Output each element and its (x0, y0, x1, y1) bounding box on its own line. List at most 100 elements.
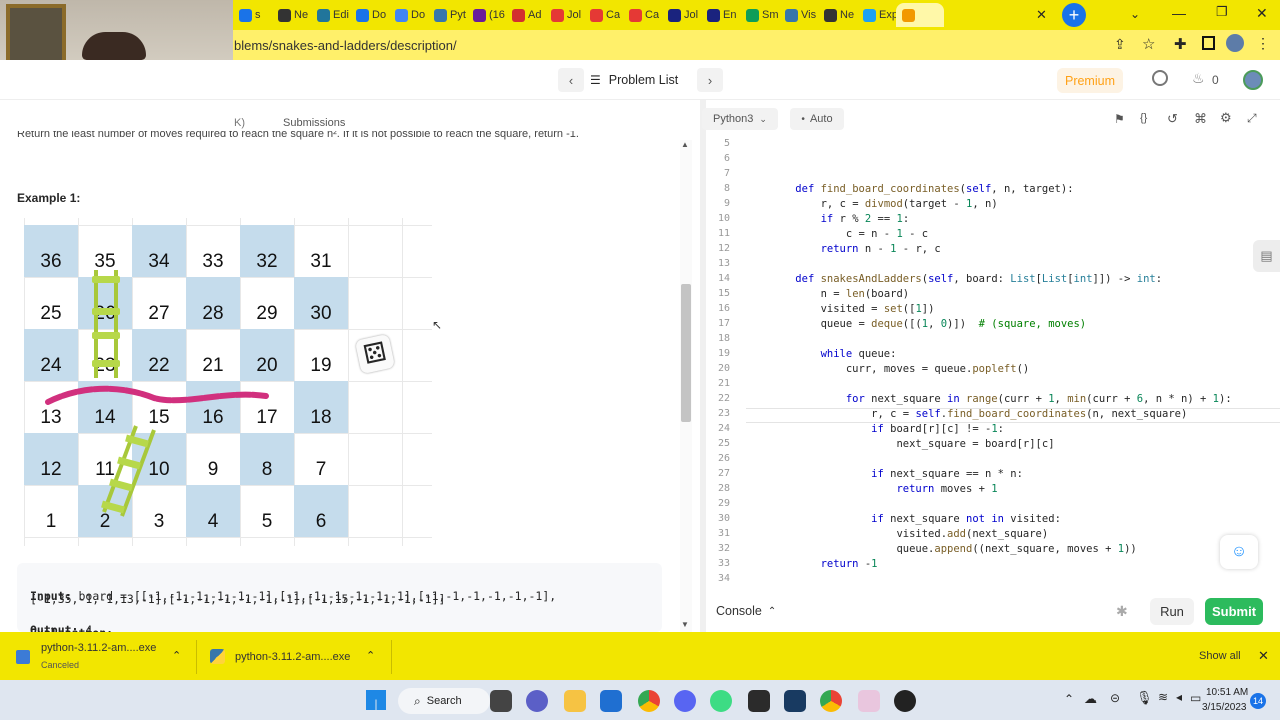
code-line[interactable]: 34 (706, 573, 770, 588)
code-line[interactable]: 19 while queue: (706, 348, 897, 363)
debug-bug-icon[interactable]: ✱ (1116, 603, 1128, 620)
code-line[interactable]: 6 (706, 153, 770, 168)
browser-tab[interactable]: Ne (818, 3, 857, 27)
volume-icon[interactable]: ◂ (1176, 690, 1182, 704)
file-explorer-icon[interactable] (564, 690, 586, 712)
address-bar[interactable]: blems/snakes-and-ladders/description/ (228, 34, 1168, 56)
code-line[interactable]: 17 queue = deque([(1, 0)]) # (square, mo… (706, 318, 1086, 333)
close-downloads-icon[interactable]: ✕ (1258, 648, 1269, 664)
code-line[interactable]: 8 def find_board_coordinates(self, n, ta… (706, 183, 1074, 198)
new-tab-button[interactable]: + (1062, 3, 1086, 27)
clock-time[interactable]: 10:51 AM (1206, 687, 1248, 698)
scroll-down-arrow[interactable]: ▼ (681, 620, 689, 629)
mode-select[interactable]: • Auto (790, 108, 844, 130)
code-line[interactable]: 15 n = len(board) (706, 288, 909, 303)
vpn-icon[interactable] (710, 690, 732, 712)
notification-badge[interactable]: 14 (1250, 693, 1266, 709)
cloud-icon[interactable]: ☁ (1084, 691, 1097, 707)
problem-list-button[interactable]: ☰ Problem List (590, 68, 690, 92)
run-button[interactable]: Run (1150, 598, 1194, 625)
browser-tab[interactable]: Pyt (428, 3, 467, 27)
code-line[interactable]: 9 r, c = divmod(target - 1, n) (706, 198, 998, 213)
console-button[interactable]: Console ⌃ (716, 600, 794, 622)
taskbar-search[interactable]: ⌕ Search (398, 688, 490, 714)
chevron-up-icon[interactable]: ⌃ (172, 649, 181, 662)
browser-tab[interactable]: Jol (545, 3, 584, 27)
next-problem-button[interactable]: › (697, 68, 723, 92)
code-line[interactable]: 25 next_square = board[r][c] (706, 438, 1055, 453)
code-area[interactable]: 5 6 7 8 def find_board_coordinates(self, n,… (706, 138, 1274, 590)
browser-tab[interactable]: Jol (662, 3, 701, 27)
browser-tab[interactable]: Ne (272, 3, 311, 27)
fullscreen-icon[interactable]: ⤢ (1247, 111, 1257, 126)
discord-icon[interactable] (674, 690, 696, 712)
teams-chat-icon[interactable] (526, 690, 548, 712)
premium-button[interactable]: Premium (1057, 68, 1123, 93)
battery-icon[interactable]: ▭ (1190, 691, 1201, 705)
code-line[interactable]: 11 c = n - 1 - c (706, 228, 928, 243)
clock-date[interactable]: 3/15/2023 (1202, 702, 1247, 713)
code-line[interactable]: 33 return -1 (706, 558, 878, 573)
code-line[interactable]: 21 (706, 378, 770, 393)
code-line[interactable]: 16 visited = set([1]) (706, 303, 934, 318)
code-line[interactable]: 5 (706, 138, 770, 153)
browser-tab[interactable]: Ad (506, 3, 545, 27)
feedback-chat-icon[interactable]: ☺ (1220, 535, 1258, 569)
snipping-tool-icon[interactable] (858, 690, 880, 712)
editor-bookmark-icon[interactable]: ⚑ (1114, 112, 1125, 126)
browser-tab[interactable]: Do (389, 3, 428, 27)
microphone-icon[interactable]: 🎙 (1136, 690, 1153, 706)
show-all-link[interactable]: Show all (1199, 650, 1241, 662)
tab-search-icon[interactable]: ⌄ (1130, 7, 1140, 21)
tray-chevron-icon[interactable]: ⌃ (1064, 692, 1074, 706)
obs-icon[interactable] (894, 690, 916, 712)
browser-tab[interactable]: En (701, 3, 740, 27)
streak-flame-icon[interactable]: ♨ (1192, 70, 1205, 87)
timer-icon[interactable] (1152, 70, 1168, 86)
shortcuts-icon[interactable]: ⌘ (1194, 111, 1207, 127)
code-line[interactable]: 28 return moves + 1 (706, 483, 998, 498)
tab-partial[interactable]: K) (234, 117, 245, 129)
store-icon[interactable] (600, 690, 622, 712)
browser-menu-icon[interactable]: ⋮ (1256, 35, 1270, 52)
extensions-icon[interactable]: ✚ (1174, 35, 1187, 53)
code-line[interactable]: 13 (706, 258, 770, 273)
browser-tab[interactable]: Vis (779, 3, 818, 27)
windows-start-icon[interactable] (366, 690, 386, 710)
code-line[interactable]: 24 if board[r][c] != -1: (706, 423, 1004, 438)
browser-tab[interactable]: Do (350, 3, 389, 27)
browser-tab[interactable]: Sm (740, 3, 779, 27)
code-line[interactable]: 10 if r % 2 == 1: (706, 213, 909, 228)
chevron-up-icon[interactable]: ⌃ (366, 649, 375, 662)
minimize-icon[interactable]: — (1172, 5, 1186, 21)
tab-submissions[interactable]: Submissions (283, 117, 345, 129)
close-tab-icon[interactable]: ✕ (1036, 7, 1050, 23)
sidepanel-icon[interactable] (1202, 36, 1215, 50)
language-select[interactable]: Python3 ⌄ (702, 108, 778, 130)
browser-tab[interactable]: (16 (467, 3, 506, 27)
code-line[interactable]: 32 queue.append((next_square, moves + 1)… (706, 543, 1137, 558)
browser-tab[interactable]: Edi (311, 3, 350, 27)
code-line[interactable]: 31 visited.add(next_square) (706, 528, 1048, 543)
profile-avatar[interactable] (1226, 34, 1244, 52)
download-item-1[interactable]: python-3.11.2-am....exe Canceled ⌃ (10, 638, 192, 676)
browser-tab[interactable] (896, 3, 944, 27)
browser-tab[interactable]: Ca (623, 3, 662, 27)
browser-tab[interactable]: Exp (857, 3, 896, 27)
code-line[interactable]: 30 if next_square not in visited: (706, 513, 1061, 528)
submit-button[interactable]: Submit (1205, 598, 1263, 625)
maximize-icon[interactable]: ❐ (1216, 4, 1228, 20)
code-line[interactable]: 14 def snakesAndLadders(self, board: Lis… (706, 273, 1162, 288)
code-line[interactable]: 12 return n - 1 - r, c (706, 243, 941, 258)
chrome-profile-icon[interactable] (820, 690, 842, 712)
code-line[interactable]: 27 if next_square == n * n: (706, 468, 1023, 483)
browser-tab[interactable]: Ca (584, 3, 623, 27)
share-icon[interactable]: ⇪ (1114, 36, 1126, 53)
code-line[interactable]: 29 (706, 498, 770, 513)
reset-icon[interactable]: ↺ (1167, 111, 1178, 127)
prev-problem-button[interactable]: ‹ (558, 68, 584, 92)
description-scrollbar[interactable]: ▲ ▼ (680, 140, 692, 632)
format-braces-icon[interactable]: {} (1140, 112, 1147, 124)
download-item-2[interactable]: python-3.11.2-am....exe ⌃ (204, 638, 390, 676)
user-avatar[interactable] (1243, 70, 1263, 90)
